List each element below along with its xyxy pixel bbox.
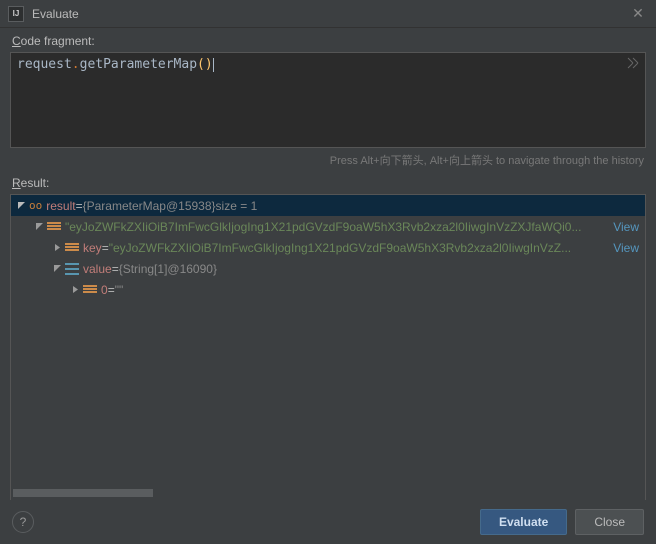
- entry-text: "eyJoZWFkZXIiOiB7ImFwcGlkIjogIng1X21pdGV…: [65, 220, 581, 234]
- code-fragment-label: Code fragment:: [0, 28, 656, 52]
- app-icon: IJ: [8, 6, 24, 22]
- collapse-arrow-icon[interactable]: [51, 242, 63, 254]
- evaluate-button[interactable]: Evaluate: [480, 509, 567, 535]
- result-tree[interactable]: oo result = {ParameterMap@15938} size = …: [11, 195, 645, 300]
- var-name: 0: [101, 283, 108, 297]
- dialog-footer: ? Evaluate Close: [0, 500, 656, 544]
- tree-row-element[interactable]: 0 = "": [11, 279, 645, 300]
- close-icon[interactable]: ✕: [628, 4, 648, 24]
- window-title: Evaluate: [32, 7, 628, 21]
- view-link[interactable]: View: [607, 220, 639, 234]
- watches-icon: oo: [29, 199, 42, 212]
- tree-row-key[interactable]: key = "eyJoZWFkZXIiOiB7ImFwcGlkIjogIng1X…: [11, 237, 645, 258]
- expand-arrow-icon[interactable]: [33, 221, 45, 233]
- close-button[interactable]: Close: [575, 509, 644, 535]
- map-entry-icon: [47, 222, 61, 232]
- result-panel: oo result = {ParameterMap@15938} size = …: [10, 194, 646, 502]
- tree-row-entry[interactable]: "eyJoZWFkZXIiOiB7ImFwcGlkIjogIng1X21pdGV…: [11, 216, 645, 237]
- tree-row-value[interactable]: value = {String[1]@16090}: [11, 258, 645, 279]
- tree-row-result[interactable]: oo result = {ParameterMap@15938} size = …: [11, 195, 645, 216]
- horizontal-scrollbar[interactable]: [13, 489, 643, 499]
- code-fragment-input[interactable]: request.getParameterMap(): [10, 52, 646, 148]
- array-icon: [65, 263, 79, 275]
- var-name: value: [83, 262, 112, 276]
- view-link[interactable]: View: [607, 241, 639, 255]
- collapse-arrow-icon[interactable]: [69, 284, 81, 296]
- hint-text: Press Alt+向下箭头, Alt+向上箭头 to navigate thr…: [0, 148, 656, 170]
- var-name: result: [46, 199, 75, 213]
- result-label: Result:: [0, 170, 656, 194]
- help-button[interactable]: ?: [12, 511, 34, 533]
- scroll-thumb[interactable]: [13, 489, 153, 497]
- field-icon: [83, 285, 97, 295]
- expand-arrow-icon[interactable]: [51, 263, 63, 275]
- field-icon: [65, 243, 79, 253]
- var-name: key: [83, 241, 102, 255]
- history-icon[interactable]: [627, 57, 641, 71]
- code-line: request.getParameterMap(): [17, 57, 639, 72]
- titlebar: IJ Evaluate ✕: [0, 0, 656, 28]
- expand-arrow-icon[interactable]: [15, 200, 27, 212]
